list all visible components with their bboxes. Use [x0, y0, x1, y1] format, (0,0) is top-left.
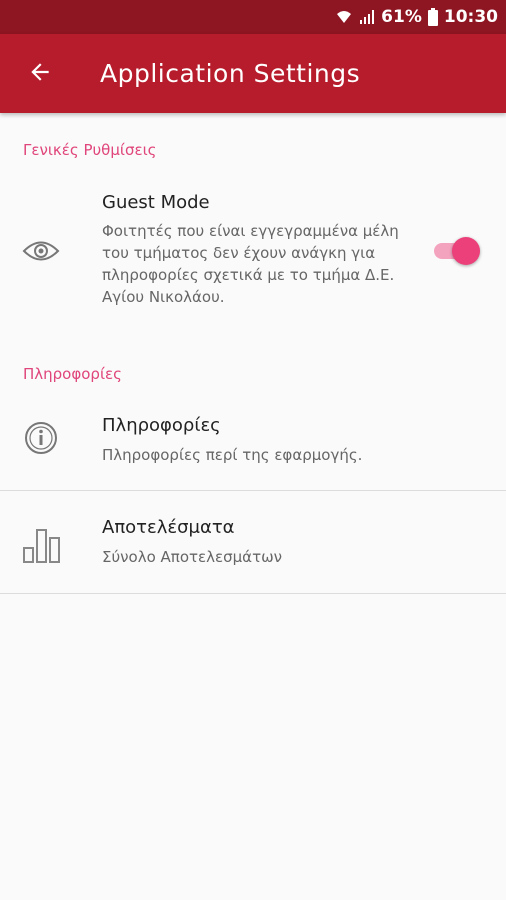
- arrow-back-icon: [27, 59, 53, 89]
- switch-thumb: [452, 237, 480, 265]
- back-button[interactable]: [0, 34, 80, 113]
- signal-icon: [359, 9, 375, 25]
- section-header-general: Γενικές Ρυθμίσεις: [23, 141, 157, 159]
- guest-mode-preference[interactable]: Guest Mode Φοιτητές που είναι εγγεγραμμέ…: [0, 180, 506, 330]
- status-bar: 61% 10:30: [0, 0, 506, 34]
- info-icon: [20, 417, 62, 459]
- page-title: Application Settings: [100, 59, 361, 88]
- battery-percent: 61%: [381, 7, 422, 27]
- information-summary: Πληροφορίες περί της εφαρμογής.: [102, 446, 363, 464]
- clock: 10:30: [443, 7, 498, 27]
- section-header-info: Πληροφορίες: [23, 365, 122, 383]
- eye-icon: [20, 230, 62, 272]
- guest-mode-summary: Φοιτητές που είναι εγγεγραμμένα μέλη του…: [102, 222, 399, 306]
- guest-mode-switch[interactable]: [434, 236, 480, 266]
- bar-chart-icon: [20, 524, 62, 566]
- guest-mode-title: Guest Mode: [102, 192, 210, 213]
- information-preference[interactable]: Πληροφορίες Πληροφορίες περί της εφαρμογ…: [0, 396, 506, 490]
- results-title: Αποτελέσματα: [102, 517, 235, 538]
- wifi-icon: [335, 9, 353, 25]
- results-summary: Σύνολο Αποτελεσμάτων: [102, 548, 283, 566]
- information-title: Πληροφορίες: [102, 415, 221, 436]
- battery-icon: [427, 8, 438, 26]
- results-preference[interactable]: Αποτελέσματα Σύνολο Αποτελεσμάτων: [0, 491, 506, 593]
- divider: [0, 593, 506, 594]
- app-bar: Application Settings: [0, 34, 506, 113]
